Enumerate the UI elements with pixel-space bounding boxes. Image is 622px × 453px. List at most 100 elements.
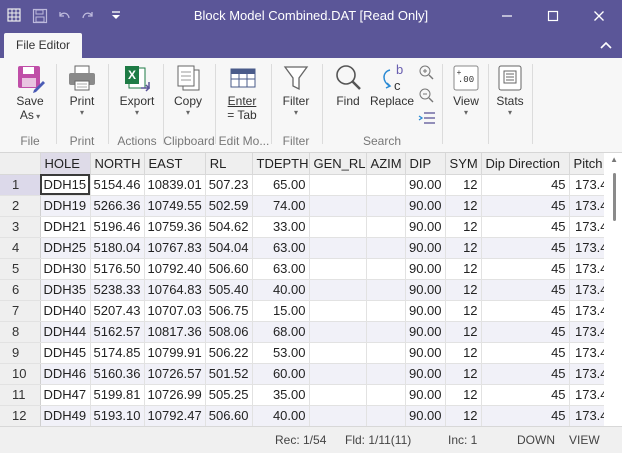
column-header-dip-direction[interactable]: Dip Direction xyxy=(481,153,570,175)
cell-hole[interactable]: DDH35 xyxy=(40,279,91,301)
cell-tdepth[interactable]: 33.00 xyxy=(252,216,310,238)
cell-north[interactable]: 5238.33 xyxy=(90,279,145,301)
cell-tdepth[interactable]: 74.00 xyxy=(252,195,310,217)
cell-hole[interactable]: DDH44 xyxy=(40,321,91,343)
row-number[interactable]: 10 xyxy=(0,363,41,385)
customize-quick-access-icon[interactable] xyxy=(108,8,124,24)
cell-sym[interactable]: 12 xyxy=(445,195,482,217)
cell-sym[interactable]: 12 xyxy=(445,237,482,259)
cell-rl[interactable]: 508.06 xyxy=(205,321,253,343)
cell-sym[interactable]: 12 xyxy=(445,321,482,343)
cell-north[interactable]: 5174.85 xyxy=(90,342,145,364)
cell-tdepth[interactable]: 63.00 xyxy=(252,237,310,259)
cell-dip[interactable]: 90.00 xyxy=(405,342,446,364)
cell-hole[interactable]: DDH40 xyxy=(40,300,91,322)
cell-sym[interactable]: 12 xyxy=(445,174,482,196)
zoom-out-icon[interactable] xyxy=(418,87,434,103)
cell-gen-rl[interactable] xyxy=(309,237,367,259)
vertical-scrollbar[interactable]: ▲ xyxy=(604,153,622,426)
cell-sym[interactable]: 12 xyxy=(445,216,482,238)
corner-cell[interactable] xyxy=(0,153,41,175)
cell-dip[interactable]: 90.00 xyxy=(405,279,446,301)
close-button[interactable] xyxy=(576,0,622,32)
cell-north[interactable]: 5266.36 xyxy=(90,195,145,217)
cell-hole[interactable]: DDH25 xyxy=(40,237,91,259)
column-header-hole[interactable]: HOLE xyxy=(40,153,91,175)
cell-azim[interactable] xyxy=(366,279,406,301)
cell-dip-direction[interactable]: 45 xyxy=(481,279,570,301)
cell-east[interactable]: 10707.03 xyxy=(144,300,206,322)
cell-east[interactable]: 10799.91 xyxy=(144,342,206,364)
column-header-east[interactable]: EAST xyxy=(144,153,206,175)
cell-sym[interactable]: 12 xyxy=(445,405,482,426)
cell-north[interactable]: 5160.36 xyxy=(90,363,145,385)
cell-tdepth[interactable]: 40.00 xyxy=(252,405,310,426)
cell-north[interactable]: 5162.57 xyxy=(90,321,145,343)
table-row[interactable]: 8 DDH44 5162.57 10817.36 508.06 68.00 90.00 12 4… xyxy=(0,321,612,343)
cell-east[interactable]: 10726.99 xyxy=(144,384,206,406)
cell-dip[interactable]: 90.00 xyxy=(405,258,446,280)
cell-azim[interactable] xyxy=(366,300,406,322)
cell-gen-rl[interactable] xyxy=(309,195,367,217)
column-header-dip[interactable]: DIP xyxy=(405,153,446,175)
row-number[interactable]: 7 xyxy=(0,300,41,322)
cell-dip[interactable]: 90.00 xyxy=(405,300,446,322)
cell-azim[interactable] xyxy=(366,258,406,280)
row-number[interactable]: 1 xyxy=(0,174,41,196)
cell-gen-rl[interactable] xyxy=(309,216,367,238)
cell-tdepth[interactable]: 35.00 xyxy=(252,384,310,406)
cell-north[interactable]: 5199.81 xyxy=(90,384,145,406)
goto-line-icon[interactable] xyxy=(418,110,436,126)
cell-north[interactable]: 5180.04 xyxy=(90,237,145,259)
table-row[interactable]: 11 DDH47 5199.81 10726.99 505.25 35.00 90.00 12… xyxy=(0,384,612,406)
cell-east[interactable]: 10817.36 xyxy=(144,321,206,343)
cell-gen-rl[interactable] xyxy=(309,300,367,322)
save-as-button[interactable]: Save As ▾ xyxy=(10,62,50,124)
data-grid[interactable]: HOLE NORTH EAST RL TDEPTH GEN_RL AZIM DI… xyxy=(0,153,622,426)
cell-dip[interactable]: 90.00 xyxy=(405,216,446,238)
cell-tdepth[interactable]: 40.00 xyxy=(252,279,310,301)
row-number[interactable]: 2 xyxy=(0,195,41,217)
cell-dip[interactable]: 90.00 xyxy=(405,195,446,217)
cell-azim[interactable] xyxy=(366,216,406,238)
replace-button[interactable]: b c Replace xyxy=(370,62,414,108)
table-row[interactable]: 2 DDH19 5266.36 10749.55 502.59 74.00 90.00 12 4… xyxy=(0,195,612,217)
cell-north[interactable]: 5176.50 xyxy=(90,258,145,280)
table-row[interactable]: 6 DDH35 5238.33 10764.83 505.40 40.00 90.00 12 4… xyxy=(0,279,612,301)
view-button[interactable]: .00 + View ▾ xyxy=(447,62,485,117)
app-grid-icon[interactable] xyxy=(6,8,22,24)
row-number[interactable]: 12 xyxy=(0,405,41,426)
cell-rl[interactable]: 507.23 xyxy=(205,174,253,196)
row-number[interactable]: 3 xyxy=(0,216,41,238)
column-header-gen-rl[interactable]: GEN_RL xyxy=(309,153,367,175)
cell-hole[interactable]: DDH46 xyxy=(40,363,91,385)
cell-dip-direction[interactable]: 45 xyxy=(481,300,570,322)
cell-east[interactable]: 10726.57 xyxy=(144,363,206,385)
cell-tdepth[interactable]: 60.00 xyxy=(252,363,310,385)
cell-azim[interactable] xyxy=(366,195,406,217)
cell-gen-rl[interactable] xyxy=(309,174,367,196)
table-row[interactable]: 5 DDH30 5176.50 10792.40 506.60 63.00 90.00 12 4… xyxy=(0,258,612,280)
cell-azim[interactable] xyxy=(366,342,406,364)
cell-dip[interactable]: 90.00 xyxy=(405,405,446,426)
cell-rl[interactable]: 506.60 xyxy=(205,258,253,280)
cell-dip[interactable]: 90.00 xyxy=(405,384,446,406)
cell-dip[interactable]: 90.00 xyxy=(405,174,446,196)
cell-dip-direction[interactable]: 45 xyxy=(481,321,570,343)
scroll-thumb[interactable] xyxy=(613,173,616,221)
cell-rl[interactable]: 501.52 xyxy=(205,363,253,385)
cell-gen-rl[interactable] xyxy=(309,405,367,426)
cell-rl[interactable]: 504.04 xyxy=(205,237,253,259)
find-button[interactable]: Find xyxy=(328,62,368,108)
table-row[interactable]: 9 DDH45 5174.85 10799.91 506.22 53.00 90.00 12 4… xyxy=(0,342,612,364)
cell-north[interactable]: 5196.46 xyxy=(90,216,145,238)
cell-gen-rl[interactable] xyxy=(309,342,367,364)
cell-rl[interactable]: 505.40 xyxy=(205,279,253,301)
column-header-sym[interactable]: SYM xyxy=(445,153,482,175)
filter-button[interactable]: Filter ▾ xyxy=(276,62,316,117)
cell-azim[interactable] xyxy=(366,405,406,426)
cell-hole[interactable]: DDH47 xyxy=(40,384,91,406)
cell-hole[interactable]: DDH45 xyxy=(40,342,91,364)
cell-azim[interactable] xyxy=(366,363,406,385)
cell-hole[interactable]: DDH21 xyxy=(40,216,91,238)
